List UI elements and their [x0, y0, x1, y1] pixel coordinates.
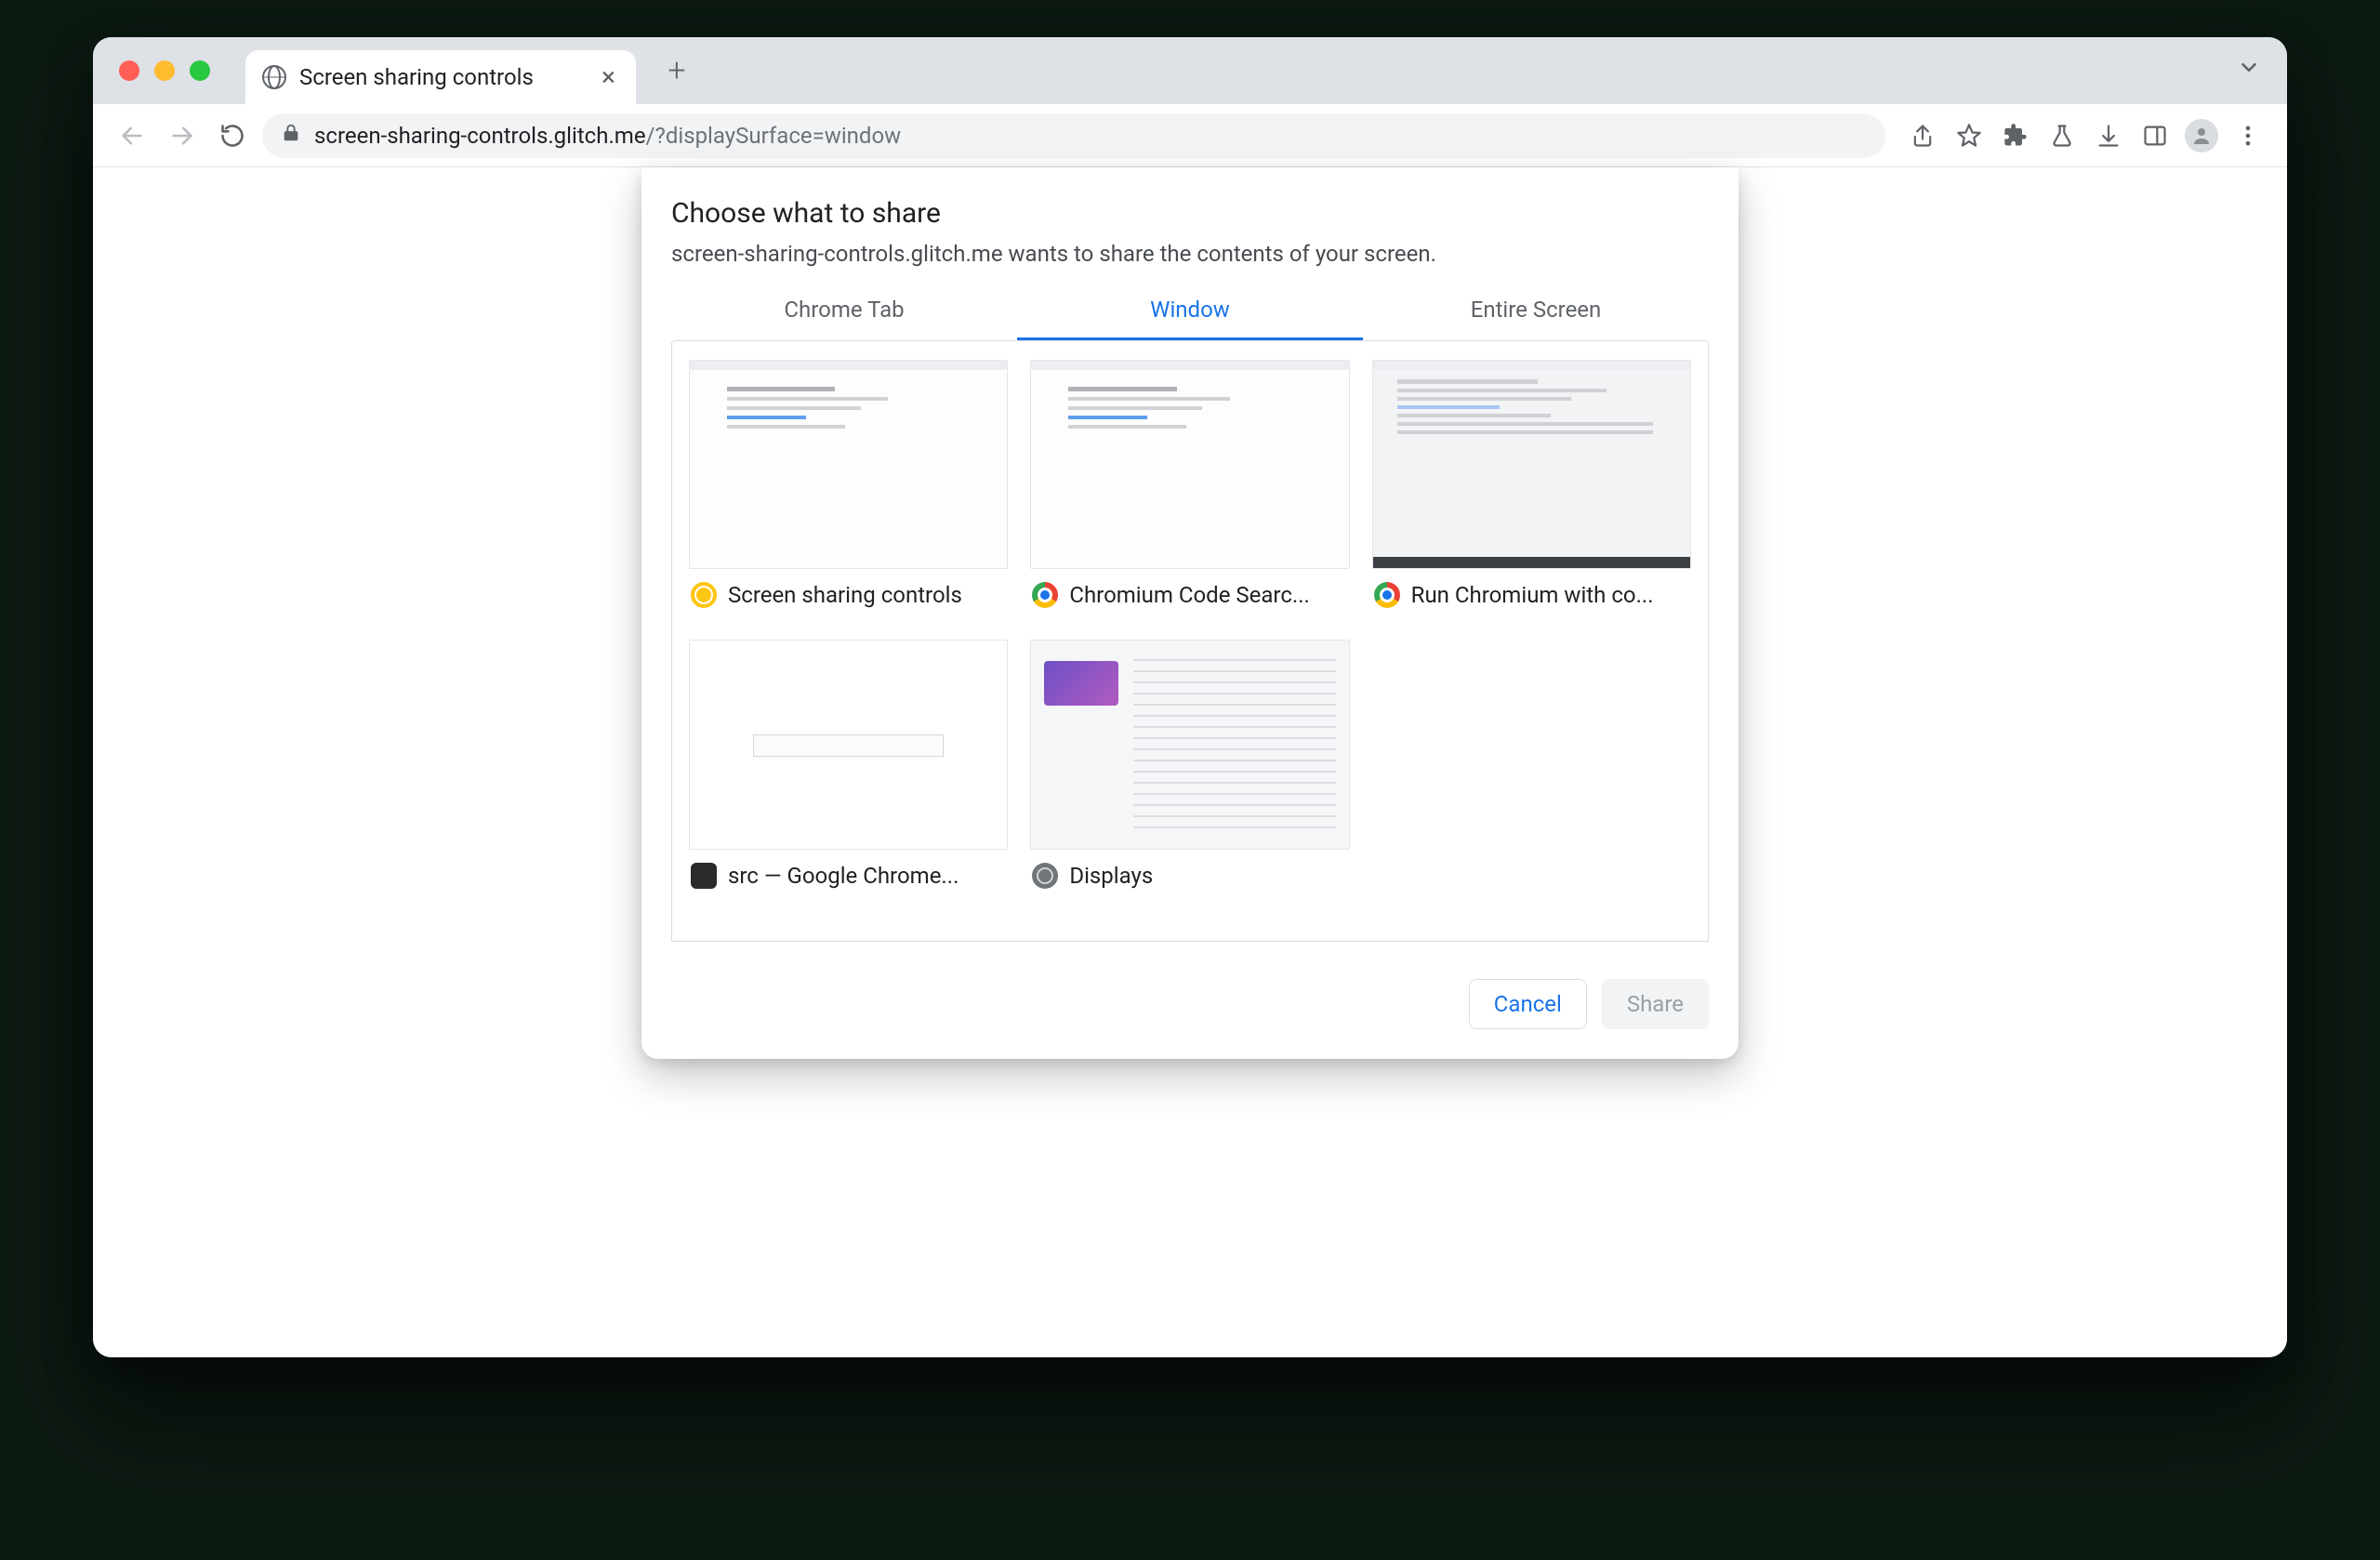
- dialog-actions: Cancel Share: [641, 942, 1739, 1037]
- window-minimize-button[interactable]: [154, 60, 175, 81]
- traffic-lights: [108, 60, 232, 81]
- globe-icon: [262, 65, 286, 89]
- tab-chrome-tab[interactable]: Chrome Tab: [671, 284, 1017, 340]
- address-bar[interactable]: screen-sharing-controls.glitch.me/?displ…: [262, 113, 1885, 158]
- chrome-icon: [1032, 582, 1058, 608]
- window-label: Run Chromium with co...: [1411, 582, 1654, 608]
- profile-avatar-button[interactable]: [2181, 115, 2222, 156]
- terminal-icon: [691, 863, 717, 889]
- window-thumbnail: [689, 640, 1008, 849]
- window-option[interactable]: Screen sharing controls: [689, 360, 1008, 608]
- dialog-subtitle: screen-sharing-controls.glitch.me wants …: [641, 241, 1739, 284]
- labs-button[interactable]: [2042, 115, 2082, 156]
- back-button[interactable]: [112, 115, 152, 156]
- forward-button[interactable]: [162, 115, 203, 156]
- picker-tabs: Chrome Tab Window Entire Screen: [641, 284, 1739, 340]
- share-page-button[interactable]: [1902, 115, 1943, 156]
- chrome-menu-button[interactable]: [2228, 115, 2268, 156]
- window-label: Displays: [1069, 863, 1153, 889]
- share-picker-dialog: Choose what to share screen-sharing-cont…: [641, 167, 1739, 1059]
- extensions-button[interactable]: [1995, 115, 2036, 156]
- browser-tab[interactable]: Screen sharing controls ×: [245, 50, 636, 104]
- window-close-button[interactable]: [119, 60, 139, 81]
- sidepanel-button[interactable]: [2135, 115, 2175, 156]
- tab-entire-screen[interactable]: Entire Screen: [1363, 284, 1709, 340]
- cancel-button[interactable]: Cancel: [1469, 979, 1587, 1029]
- share-button[interactable]: Share: [1602, 979, 1709, 1029]
- window-option[interactable]: Displays: [1030, 640, 1349, 888]
- window-thumbnail: [1030, 360, 1349, 569]
- window-label: src — Google Chrome...: [728, 863, 959, 889]
- window-thumbnail: [1030, 640, 1349, 849]
- window-option[interactable]: src — Google Chrome...: [689, 640, 1008, 888]
- omnibox-actions: [1895, 115, 2268, 156]
- toolbar: screen-sharing-controls.glitch.me/?displ…: [93, 104, 2287, 167]
- window-label: Screen sharing controls: [728, 582, 962, 608]
- lock-icon: [281, 123, 301, 149]
- url-text: screen-sharing-controls.glitch.me/?displ…: [314, 123, 901, 149]
- window-grid: Screen sharing controls Chromium Code Se…: [671, 340, 1709, 942]
- page-content: Choose what to share screen-sharing-cont…: [93, 167, 2287, 1357]
- window-zoom-button[interactable]: [190, 60, 210, 81]
- window-label: Chromium Code Searc...: [1069, 582, 1310, 608]
- window-thumbnail: [689, 360, 1008, 569]
- url-rest: /?displaySurface=window: [646, 123, 902, 149]
- bookmark-star-button[interactable]: [1949, 115, 1990, 156]
- url-host: screen-sharing-controls.glitch.me: [314, 123, 646, 149]
- tab-close-button[interactable]: ×: [598, 64, 619, 90]
- tab-window[interactable]: Window: [1017, 284, 1363, 340]
- chrome-icon: [1374, 582, 1400, 608]
- browser-window: Screen sharing controls × + screen-shari…: [93, 37, 2287, 1357]
- tabstrip-overflow-button[interactable]: [2237, 56, 2261, 86]
- reload-button[interactable]: [212, 115, 253, 156]
- window-option[interactable]: Chromium Code Searc...: [1030, 360, 1349, 608]
- system-settings-icon: [1032, 863, 1058, 889]
- downloads-button[interactable]: [2088, 115, 2129, 156]
- window-option[interactable]: Run Chromium with co...: [1372, 360, 1691, 608]
- chrome-canary-icon: [691, 582, 717, 608]
- dialog-title: Choose what to share: [641, 197, 1739, 241]
- titlebar: Screen sharing controls × +: [93, 37, 2287, 104]
- tab-title: Screen sharing controls: [299, 64, 585, 90]
- avatar-icon: [2185, 119, 2218, 152]
- new-tab-button[interactable]: +: [658, 52, 695, 89]
- window-thumbnail: [1372, 360, 1691, 569]
